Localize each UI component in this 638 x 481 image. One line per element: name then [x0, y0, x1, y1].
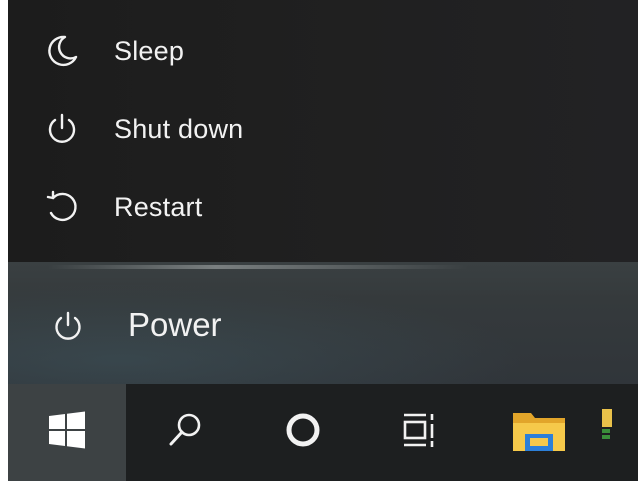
sleep-moon-icon [44, 33, 80, 69]
power-option-sleep[interactable]: Sleep [8, 16, 638, 86]
power-option-shut-down[interactable]: Shut down [8, 94, 638, 164]
power-button-label: Power [128, 306, 222, 343]
task-view-button[interactable] [362, 384, 480, 481]
windows-logo-icon [48, 411, 86, 454]
taskbar [8, 384, 638, 481]
file-explorer-button[interactable] [480, 384, 598, 481]
power-icon [50, 308, 86, 344]
pinned-app-button[interactable] [598, 384, 638, 481]
start-menu-screenshot: Sleep Shut down Restart Power [8, 0, 638, 481]
search-icon [165, 410, 205, 455]
start-button[interactable] [8, 384, 126, 481]
app-icon [598, 407, 614, 458]
cortana-circle-icon [283, 410, 323, 455]
cortana-button[interactable] [244, 384, 362, 481]
folder-icon [511, 407, 567, 458]
hover-glow [8, 262, 638, 384]
power-option-label: Sleep [114, 35, 185, 66]
power-option-label: Shut down [114, 113, 244, 144]
search-button[interactable] [126, 384, 244, 481]
restart-icon [44, 189, 80, 225]
power-icon [44, 111, 80, 147]
divider [48, 265, 468, 269]
power-option-label: Restart [114, 191, 203, 222]
power-option-restart[interactable]: Restart [8, 172, 638, 242]
task-view-icon [400, 410, 442, 455]
power-options-flyout: Sleep Shut down Restart [8, 0, 638, 262]
start-menu-power-button[interactable]: Power [8, 262, 638, 384]
